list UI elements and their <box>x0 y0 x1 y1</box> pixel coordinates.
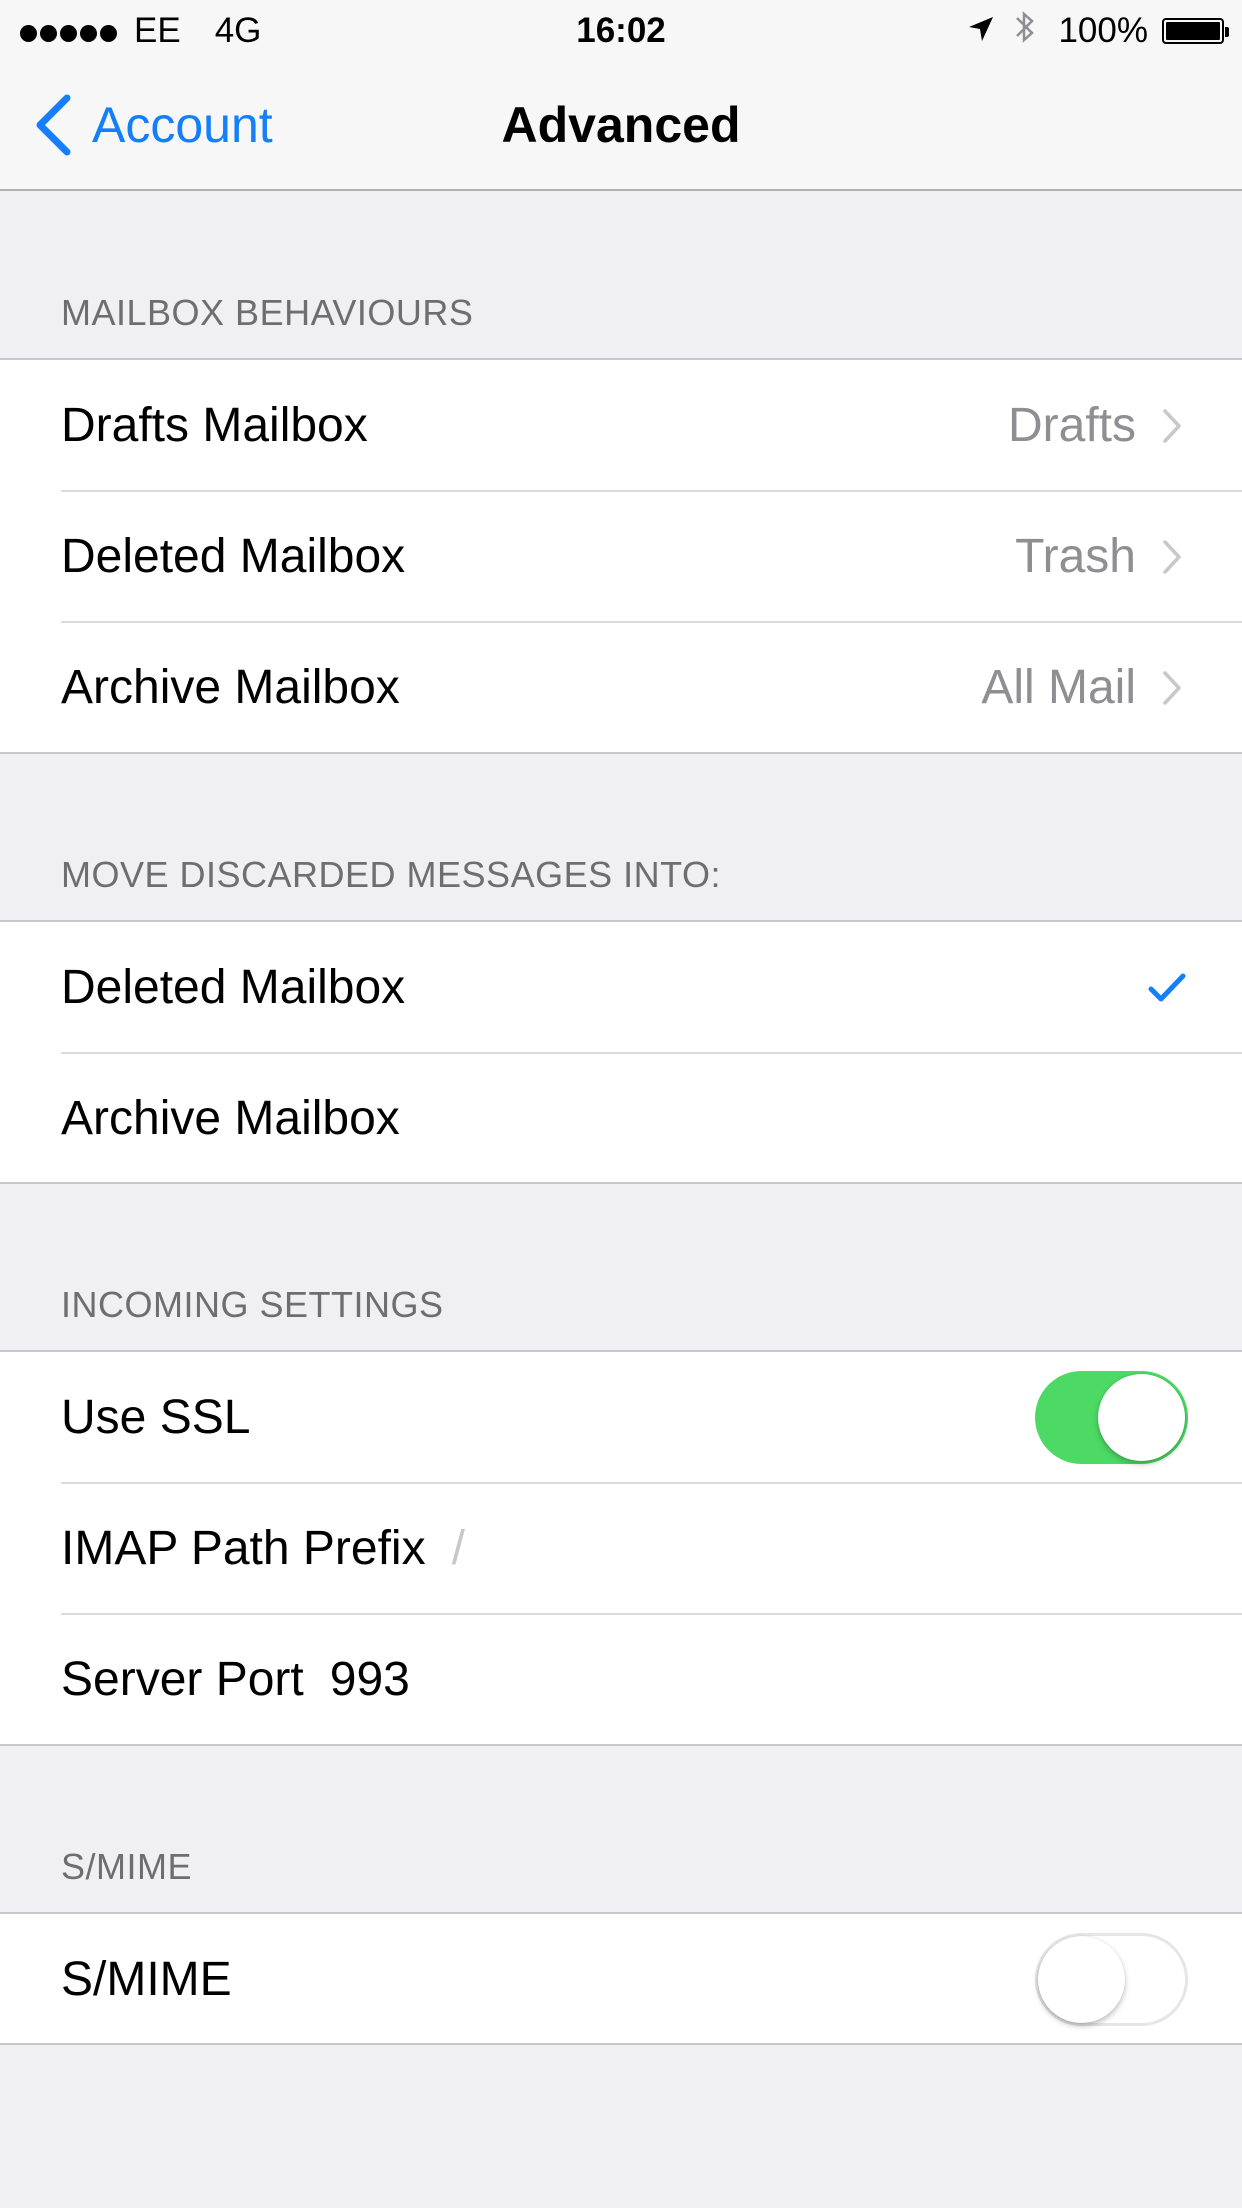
use-ssl-row: Use SSL <box>0 1352 1242 1483</box>
toggle-knob <box>1038 1936 1125 2023</box>
move-discarded-group: Deleted Mailbox Archive Mailbox <box>0 920 1242 1184</box>
smime-toggle[interactable] <box>1035 1933 1188 2026</box>
location-arrow-icon <box>968 11 994 51</box>
discard-option-archive-mailbox[interactable]: Archive Mailbox <box>0 1052 1242 1184</box>
incoming-settings-group: Use SSL IMAP Path Prefix / Server Port 9… <box>0 1350 1242 1746</box>
archive-mailbox-row[interactable]: Archive Mailbox All Mail <box>0 621 1242 753</box>
imap-path-prefix-field[interactable]: / <box>452 1521 465 1576</box>
section-header-incoming-settings: INCOMING SETTINGS <box>61 1284 444 1325</box>
row-label: IMAP Path Prefix <box>61 1522 426 1575</box>
server-port-field[interactable]: 993 <box>330 1652 410 1707</box>
server-port-row: Server Port 993 <box>0 1613 1242 1745</box>
battery-icon <box>1162 18 1229 44</box>
chevron-right-icon <box>1163 670 1181 705</box>
smime-group: S/MIME <box>0 1912 1242 2045</box>
row-label: Server Port <box>61 1653 304 1706</box>
section-header-mailbox-behaviours: MAILBOX BEHAVIOURS <box>61 292 474 333</box>
row-value: Drafts <box>1007 399 1136 452</box>
imap-path-prefix-row: IMAP Path Prefix / <box>0 1482 1242 1614</box>
checkmark-icon <box>1148 973 1186 1001</box>
use-ssl-toggle[interactable] <box>1035 1371 1188 1464</box>
row-value: All Mail <box>981 661 1136 714</box>
row-label: Archive Mailbox <box>61 661 400 714</box>
mailbox-behaviours-group: Drafts Mailbox Drafts Deleted Mailbox Tr… <box>0 358 1242 754</box>
row-label: Archive Mailbox <box>61 1092 400 1145</box>
section-header-smime: S/MIME <box>61 1846 193 1887</box>
row-label: S/MIME <box>61 1953 232 2006</box>
discard-option-deleted-mailbox[interactable]: Deleted Mailbox <box>0 922 1242 1053</box>
row-value: Trash <box>1015 530 1136 583</box>
status-right: 100% <box>968 9 1229 54</box>
toggle-knob <box>1098 1374 1185 1461</box>
deleted-mailbox-row[interactable]: Deleted Mailbox Trash <box>0 490 1242 622</box>
smime-row: S/MIME <box>0 1914 1242 2045</box>
navigation-bar: Account Advanced <box>0 62 1242 191</box>
bluetooth-icon <box>1014 9 1036 54</box>
battery-percent: 100% <box>1058 11 1148 50</box>
page-title: Advanced <box>501 97 741 153</box>
drafts-mailbox-row[interactable]: Drafts Mailbox Drafts <box>0 360 1242 491</box>
row-label: Use SSL <box>61 1391 251 1444</box>
section-header-move-discarded: MOVE DISCARDED MESSAGES INTO: <box>61 854 721 895</box>
chevron-right-icon <box>1163 408 1181 443</box>
row-label: Deleted Mailbox <box>61 530 406 583</box>
chevron-right-icon <box>1163 539 1181 574</box>
row-label: Drafts Mailbox <box>61 399 368 452</box>
row-label: Deleted Mailbox <box>61 961 406 1014</box>
status-bar: EE 4G 16:02 100% <box>0 0 1242 62</box>
